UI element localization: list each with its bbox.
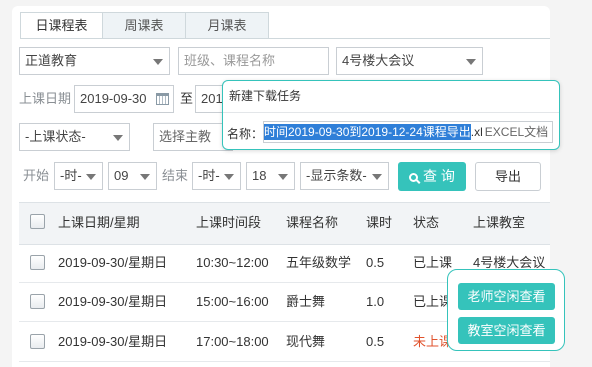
date-from-input[interactable]: 2019-09-30 bbox=[74, 85, 174, 113]
col-date: 上课日期/星期 bbox=[58, 215, 140, 230]
download-task-popup: 新建下载任务 名称： 时间2019-09-30到2019-12-24课程导出.x… bbox=[222, 80, 560, 150]
export-button[interactable]: 导出 bbox=[475, 162, 541, 191]
row-time: 10:30~12:00 bbox=[196, 255, 269, 270]
row-checkbox[interactable] bbox=[30, 255, 45, 270]
row-hours: 0.5 bbox=[366, 334, 385, 349]
row-time: 17:00~18:00 bbox=[196, 334, 269, 349]
row-checkbox[interactable] bbox=[30, 334, 45, 349]
status-select[interactable]: -上课状态- bbox=[19, 123, 130, 151]
row-hours: 0.5 bbox=[366, 255, 385, 270]
start-minute-value: 09 bbox=[114, 168, 129, 183]
start-hour-select[interactable]: -时- bbox=[54, 162, 103, 190]
chevron-down-icon bbox=[153, 59, 163, 65]
chevron-down-icon bbox=[372, 174, 382, 180]
start-hour-value: -时- bbox=[60, 168, 82, 183]
teacher-select[interactable]: 选择主教 bbox=[153, 123, 233, 151]
calendar-icon[interactable] bbox=[156, 93, 169, 105]
filename-extension: .xl bbox=[470, 125, 483, 139]
chevron-down-icon bbox=[224, 174, 234, 180]
col-hours: 课时 bbox=[366, 215, 393, 230]
chevron-down-icon bbox=[86, 174, 96, 180]
tab-weekly[interactable]: 周课表 bbox=[103, 12, 186, 39]
tab-bar: 日课程表 周课表 月课表 bbox=[20, 12, 269, 39]
start-minute-select[interactable]: 09 bbox=[108, 162, 157, 190]
row-date: 2019-09-30/星期日 bbox=[58, 334, 168, 349]
end-hour-select[interactable]: -时- bbox=[192, 162, 241, 190]
row-hours: 1.0 bbox=[366, 294, 385, 309]
search-button-label: 查 询 bbox=[423, 168, 455, 184]
end-hour-value: -时- bbox=[198, 168, 220, 183]
date-from-value: 2019-09-30 bbox=[80, 91, 147, 106]
col-room: 上课教室 bbox=[473, 215, 526, 230]
start-label: 开始 bbox=[23, 168, 50, 183]
row-date: 2019-09-30/星期日 bbox=[58, 294, 168, 309]
filename-input[interactable]: 时间2019-09-30到2019-12-24课程导出.xl EXCEL文档 bbox=[263, 121, 553, 143]
room-free-button[interactable]: 教室空闲查看 bbox=[458, 317, 555, 344]
col-status: 状态 bbox=[413, 215, 440, 230]
row-time: 15:00~16:00 bbox=[196, 294, 269, 309]
end-minute-value: 18 bbox=[252, 168, 267, 183]
chevron-down-icon bbox=[466, 59, 476, 65]
row-course: 五年级数学 bbox=[286, 255, 352, 270]
class-course-input[interactable]: 班级、课程名称 bbox=[178, 47, 329, 75]
search-button[interactable]: 查 询 bbox=[398, 162, 466, 191]
chevron-down-icon bbox=[278, 174, 288, 180]
end-minute-select[interactable]: 18 bbox=[246, 162, 295, 190]
popup-title: 新建下载任务 bbox=[229, 89, 302, 103]
tab-monthly[interactable]: 月课表 bbox=[186, 12, 269, 39]
tab-daily[interactable]: 日课程表 bbox=[20, 12, 103, 39]
teacher-free-button[interactable]: 老师空闲查看 bbox=[458, 283, 555, 310]
col-course: 课程名称 bbox=[286, 215, 339, 230]
tab-divider bbox=[20, 38, 550, 39]
page-size-value: -显示条数- bbox=[306, 168, 367, 183]
row-date: 2019-09-30/星期日 bbox=[58, 255, 168, 270]
row-checkbox[interactable] bbox=[30, 294, 45, 309]
row-course: 现代舞 bbox=[286, 334, 326, 349]
org-select[interactable]: 正道教育 bbox=[19, 47, 170, 75]
page-size-select[interactable]: -显示条数- bbox=[300, 162, 389, 190]
room-select-value: 4号楼大会议 bbox=[342, 53, 415, 68]
row-course: 爵士舞 bbox=[286, 294, 326, 309]
select-all-checkbox[interactable] bbox=[30, 214, 45, 229]
popup-divider bbox=[223, 112, 559, 113]
table-header: 上课日期/星期 上课时间段 课程名称 课时 状态 上课教室 bbox=[19, 202, 550, 245]
end-label: 结束 bbox=[162, 168, 189, 183]
filename-selected-text: 时间2019-09-30到2019-12-24课程导出 bbox=[264, 124, 471, 140]
popup-name-label: 名称： bbox=[227, 127, 264, 141]
date-label: 上课日期 bbox=[19, 91, 72, 106]
col-time: 上课时间段 bbox=[196, 215, 262, 230]
quick-view-float: 老师空闲查看 教室空闲查看 bbox=[447, 269, 565, 351]
chevron-down-icon bbox=[113, 135, 123, 141]
room-select[interactable]: 4号楼大会议 bbox=[336, 47, 483, 75]
search-icon bbox=[409, 173, 419, 182]
date-to-label: 至 bbox=[180, 91, 194, 106]
filetype-label: EXCEL文档 bbox=[484, 125, 549, 139]
org-select-value: 正道教育 bbox=[25, 53, 78, 68]
chevron-down-icon bbox=[140, 174, 150, 180]
status-select-value: -上课状态- bbox=[25, 129, 86, 144]
